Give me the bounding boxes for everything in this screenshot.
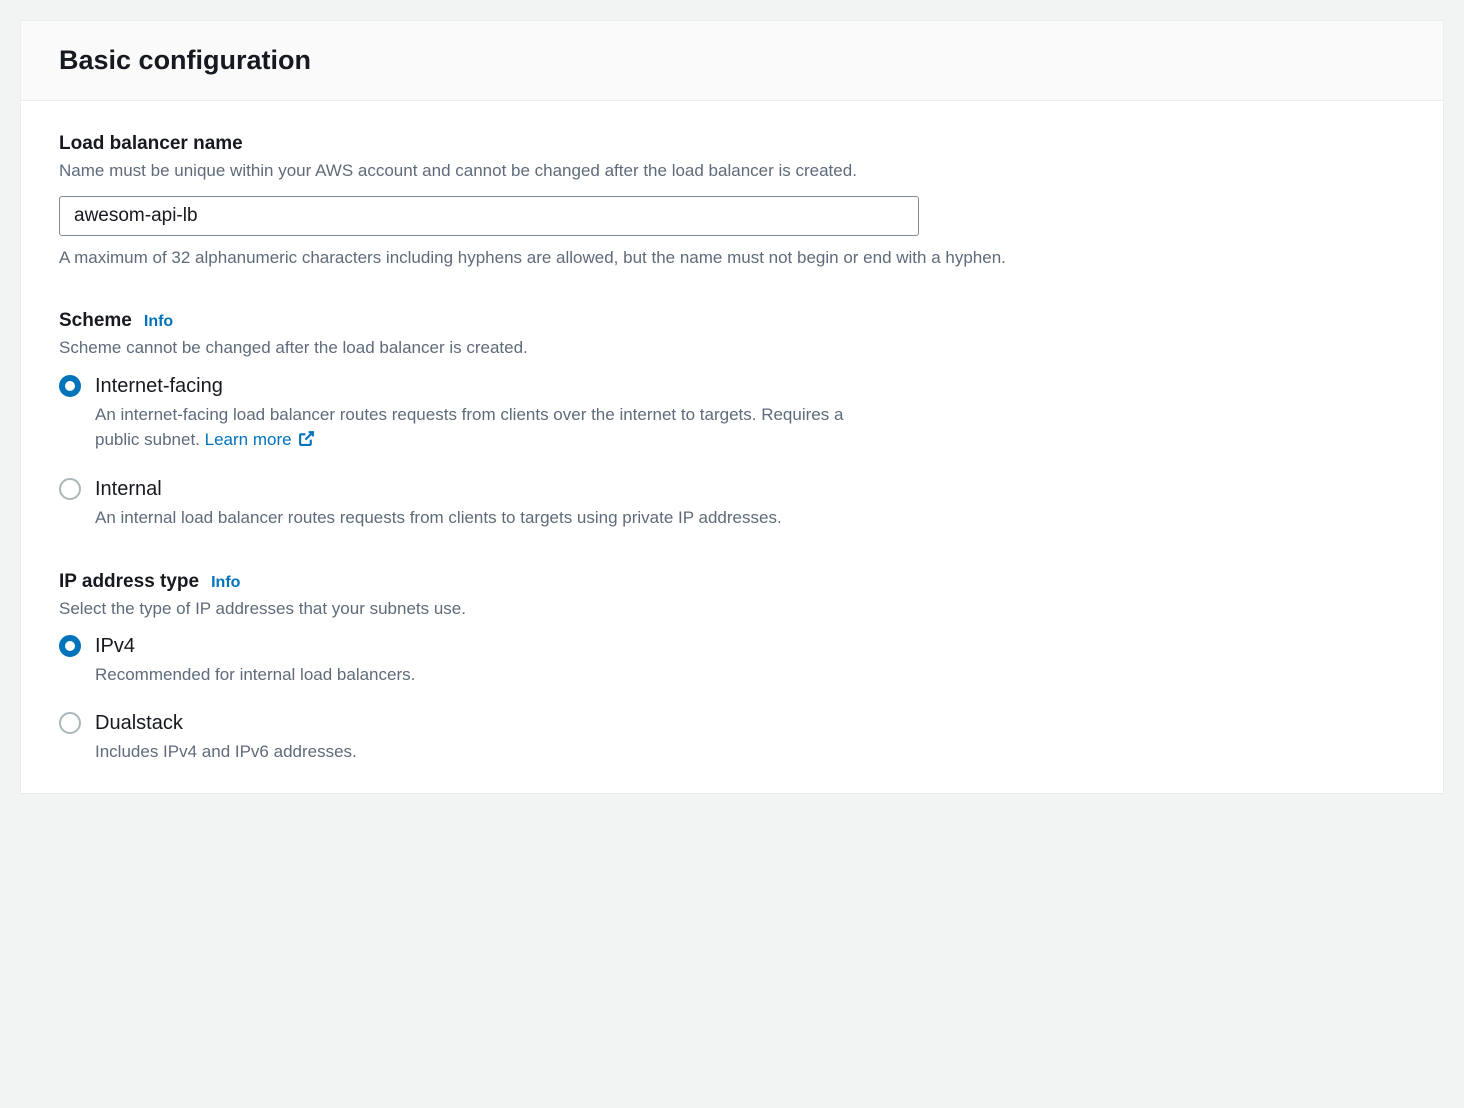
ip-type-option-ipv4[interactable]: IPv4 Recommended for internal load balan… xyxy=(59,633,1405,688)
scheme-internet-facing-label: Internet-facing xyxy=(95,373,855,399)
ip-type-label-row: IP address type Info xyxy=(59,571,1405,593)
lb-name-constraint: A maximum of 32 alphanumeric characters … xyxy=(59,246,1405,271)
ip-type-option-dualstack[interactable]: Dualstack Includes IPv4 and IPv6 address… xyxy=(59,710,1405,765)
radio-icon xyxy=(59,712,81,734)
radio-content: IPv4 Recommended for internal load balan… xyxy=(95,633,855,688)
external-link-icon xyxy=(298,430,315,455)
scheme-label: Scheme xyxy=(59,310,132,332)
ip-type-ipv4-description: Recommended for internal load balancers. xyxy=(95,663,855,688)
scheme-option-internet-facing[interactable]: Internet-facing An internet-facing load … xyxy=(59,373,1405,454)
radio-icon xyxy=(59,635,81,657)
scheme-label-row: Scheme Info xyxy=(59,310,1405,332)
ip-type-description: Select the type of IP addresses that you… xyxy=(59,597,1405,622)
learn-more-link[interactable]: Learn more xyxy=(205,430,316,449)
ip-type-info-link[interactable]: Info xyxy=(211,574,240,592)
radio-content: Internal An internal load balancer route… xyxy=(95,476,855,531)
panel-body: Load balancer name Name must be unique w… xyxy=(21,101,1443,793)
lb-name-description: Name must be unique within your AWS acco… xyxy=(59,159,1405,184)
panel-title: Basic configuration xyxy=(59,45,1405,76)
ip-type-group: IP address type Info Select the type of … xyxy=(59,571,1405,765)
scheme-group: Scheme Info Scheme cannot be changed aft… xyxy=(59,310,1405,531)
scheme-internal-label: Internal xyxy=(95,476,855,502)
panel-header: Basic configuration xyxy=(21,21,1443,101)
lb-name-label: Load balancer name xyxy=(59,133,1405,155)
lb-name-group: Load balancer name Name must be unique w… xyxy=(59,133,1405,270)
basic-configuration-panel: Basic configuration Load balancer name N… xyxy=(20,20,1444,794)
radio-icon xyxy=(59,478,81,500)
scheme-description: Scheme cannot be changed after the load … xyxy=(59,336,1405,361)
radio-icon xyxy=(59,375,81,397)
scheme-internal-description: An internal load balancer routes request… xyxy=(95,506,855,531)
ip-type-dualstack-label: Dualstack xyxy=(95,710,855,736)
scheme-info-link[interactable]: Info xyxy=(144,313,173,331)
ip-type-ipv4-label: IPv4 xyxy=(95,633,855,659)
ip-type-label: IP address type xyxy=(59,571,199,593)
ip-type-dualstack-description: Includes IPv4 and IPv6 addresses. xyxy=(95,740,855,765)
lb-name-input[interactable] xyxy=(59,196,919,236)
scheme-internet-facing-description: An internet-facing load balancer routes … xyxy=(95,403,855,454)
radio-content: Dualstack Includes IPv4 and IPv6 address… xyxy=(95,710,855,765)
scheme-option-internal[interactable]: Internal An internal load balancer route… xyxy=(59,476,1405,531)
radio-content: Internet-facing An internet-facing load … xyxy=(95,373,855,454)
